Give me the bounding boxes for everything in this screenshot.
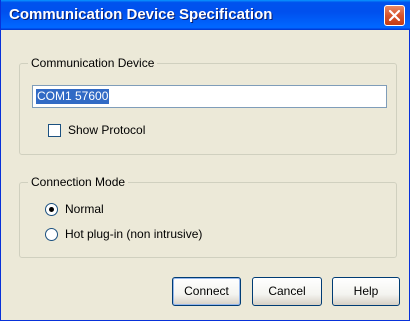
communication-device-group: Communication Device <box>19 56 397 155</box>
radio-selected-dot <box>49 207 54 212</box>
hot-plug-radio-label[interactable]: Hot plug-in (non intrusive) <box>65 227 202 241</box>
cancel-button[interactable]: Cancel <box>252 277 322 306</box>
dialog-window: Communication Device Specification Commu… <box>0 0 410 321</box>
help-button[interactable]: Help <box>332 277 400 306</box>
communication-device-legend: Communication Device <box>28 56 158 70</box>
show-protocol-checkbox[interactable] <box>48 124 61 137</box>
close-icon <box>388 9 401 22</box>
hot-plug-radio[interactable] <box>45 228 58 241</box>
normal-radio-label[interactable]: Normal <box>65 202 104 216</box>
connection-mode-legend: Connection Mode <box>28 175 129 189</box>
close-button[interactable] <box>384 5 405 26</box>
normal-radio[interactable] <box>45 203 58 216</box>
show-protocol-label[interactable]: Show Protocol <box>68 123 145 137</box>
connection-mode-group: Connection Mode <box>19 175 397 258</box>
device-input[interactable]: COM1 57600 <box>32 85 387 108</box>
title-bar[interactable]: Communication Device Specification <box>1 0 410 30</box>
connect-button[interactable]: Connect <box>172 277 241 306</box>
window-title: Communication Device Specification <box>9 6 273 23</box>
device-input-value: COM1 57600 <box>36 89 110 104</box>
